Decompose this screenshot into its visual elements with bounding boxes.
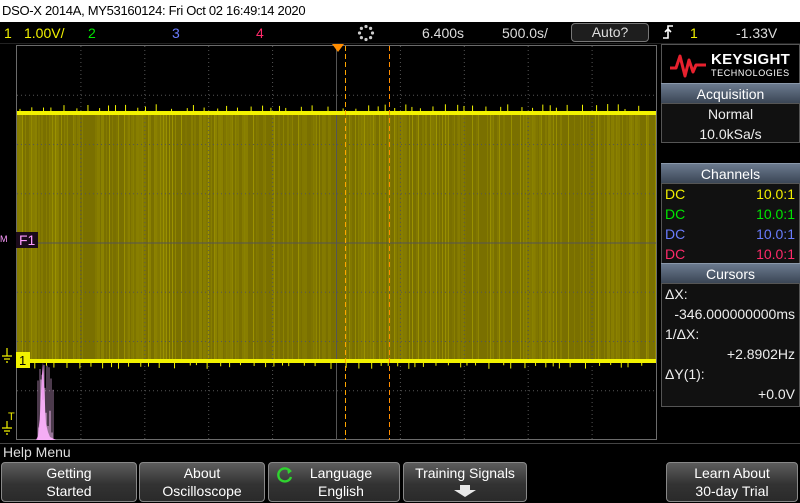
channel-row-4[interactable]: DC 10.0:1 bbox=[662, 244, 799, 264]
time-delay[interactable]: 6.400s bbox=[422, 23, 464, 43]
channels-header[interactable]: Channels bbox=[661, 163, 800, 183]
ch1-number[interactable]: 1 bbox=[4, 23, 12, 43]
ch1-low-rail bbox=[17, 359, 656, 363]
ch3-number[interactable]: 3 bbox=[172, 23, 180, 43]
window-title: DSO-X 2014A, MY53160124: Fri Oct 02 16:4… bbox=[0, 0, 800, 22]
waveform-canvas[interactable]: F1 M 1 T bbox=[0, 44, 660, 442]
status-bar: 1 1.00V/ 2 3 4 6.400s 500.0s/ Auto? 1 -1… bbox=[0, 22, 800, 44]
softkey-label: Oscilloscope bbox=[162, 483, 242, 499]
trigger-mode-button[interactable]: Auto? bbox=[571, 23, 649, 42]
right-info-panel: KEYSIGHT TECHNOLOGIES Acquisition Normal… bbox=[660, 44, 800, 442]
svg-text:T: T bbox=[8, 411, 15, 423]
ch2-number[interactable]: 2 bbox=[88, 23, 96, 43]
trigger-edge-icon bbox=[662, 24, 674, 45]
cursor-inv-dx-label: 1/ΔX: bbox=[665, 326, 700, 342]
ch1-scale[interactable]: 1.00V/ bbox=[24, 23, 64, 43]
ch2-coupling: DC bbox=[665, 206, 686, 222]
ch1-probe: 10.0:1 bbox=[756, 186, 795, 202]
keysight-wave-icon bbox=[670, 54, 706, 78]
softkey-label: Learn About bbox=[694, 465, 770, 481]
acquisition-mode: Normal bbox=[707, 106, 754, 122]
acquisition-rate: 10.0kSa/s bbox=[699, 126, 762, 142]
softkey-label: Getting bbox=[46, 465, 92, 481]
svg-text:F1: F1 bbox=[19, 232, 36, 248]
getting-started-button[interactable]: Getting Started bbox=[1, 462, 137, 502]
svg-text:1: 1 bbox=[19, 353, 26, 368]
ch2-probe: 10.0:1 bbox=[756, 206, 795, 222]
cursor-dx-label: ΔX: bbox=[665, 286, 688, 302]
softkey-label: Training Signals bbox=[415, 465, 515, 481]
channel-row-2[interactable]: DC 10.0:1 bbox=[662, 204, 799, 224]
ch1-high-rail bbox=[17, 111, 656, 115]
cursor-dx-value: -346.000000000ms bbox=[674, 306, 795, 322]
softkey-label: Started bbox=[46, 483, 92, 499]
svg-text:M: M bbox=[0, 234, 8, 244]
ch3-probe: 10.0:1 bbox=[756, 226, 795, 242]
help-menu-title: Help Menu bbox=[0, 443, 800, 460]
waveform-display[interactable]: F1 M 1 T bbox=[0, 44, 660, 442]
trigger-level[interactable]: -1.33V bbox=[736, 23, 777, 43]
menu-down-arrow-icon bbox=[454, 485, 476, 497]
time-scale[interactable]: 500.0s/ bbox=[502, 23, 548, 43]
trigger-channel[interactable]: 1 bbox=[690, 23, 698, 43]
ch3-coupling: DC bbox=[665, 226, 686, 242]
cursor-inv-dx-value: +2.8902Hz bbox=[726, 346, 795, 362]
ch1-coupling: DC bbox=[665, 186, 686, 202]
logo-tagline: TECHNOLOGIES bbox=[711, 68, 790, 78]
learn-about-trial-button[interactable]: Learn About 30-day Trial bbox=[666, 462, 798, 502]
cursor-dy-value: +0.0V bbox=[758, 386, 795, 402]
ch4-coupling: DC bbox=[665, 246, 686, 262]
channel-row-1[interactable]: DC 10.0:1 bbox=[662, 184, 799, 204]
cursors-header[interactable]: Cursors bbox=[661, 263, 800, 283]
cursor-dy-label: ΔY(1): bbox=[665, 366, 705, 382]
acquisition-section[interactable]: Normal 10.0kSa/s bbox=[661, 103, 800, 143]
keysight-logo: KEYSIGHT TECHNOLOGIES bbox=[661, 44, 800, 84]
logo-brand: KEYSIGHT bbox=[711, 51, 791, 68]
softkey-label: About bbox=[183, 465, 221, 481]
ch4-probe: 10.0:1 bbox=[756, 246, 795, 262]
softkey-label: 30-day Trial bbox=[695, 483, 769, 499]
about-oscilloscope-button[interactable]: About Oscilloscope bbox=[139, 462, 265, 502]
channel-row-3[interactable]: DC 10.0:1 bbox=[662, 224, 799, 244]
cursors-section[interactable]: ΔX: -346.000000000ms 1/ΔX: +2.8902Hz ΔY(… bbox=[661, 283, 800, 407]
language-button[interactable]: Language English bbox=[268, 462, 400, 502]
entry-knob-icon bbox=[277, 467, 293, 483]
acquisition-header[interactable]: Acquisition bbox=[661, 83, 800, 103]
channels-section[interactable]: DC 10.0:1 DC 10.0:1 DC 10.0:1 DC 10.0:1 bbox=[661, 183, 800, 265]
ch4-number[interactable]: 4 bbox=[256, 23, 264, 43]
training-signals-button[interactable]: Training Signals bbox=[403, 462, 527, 502]
